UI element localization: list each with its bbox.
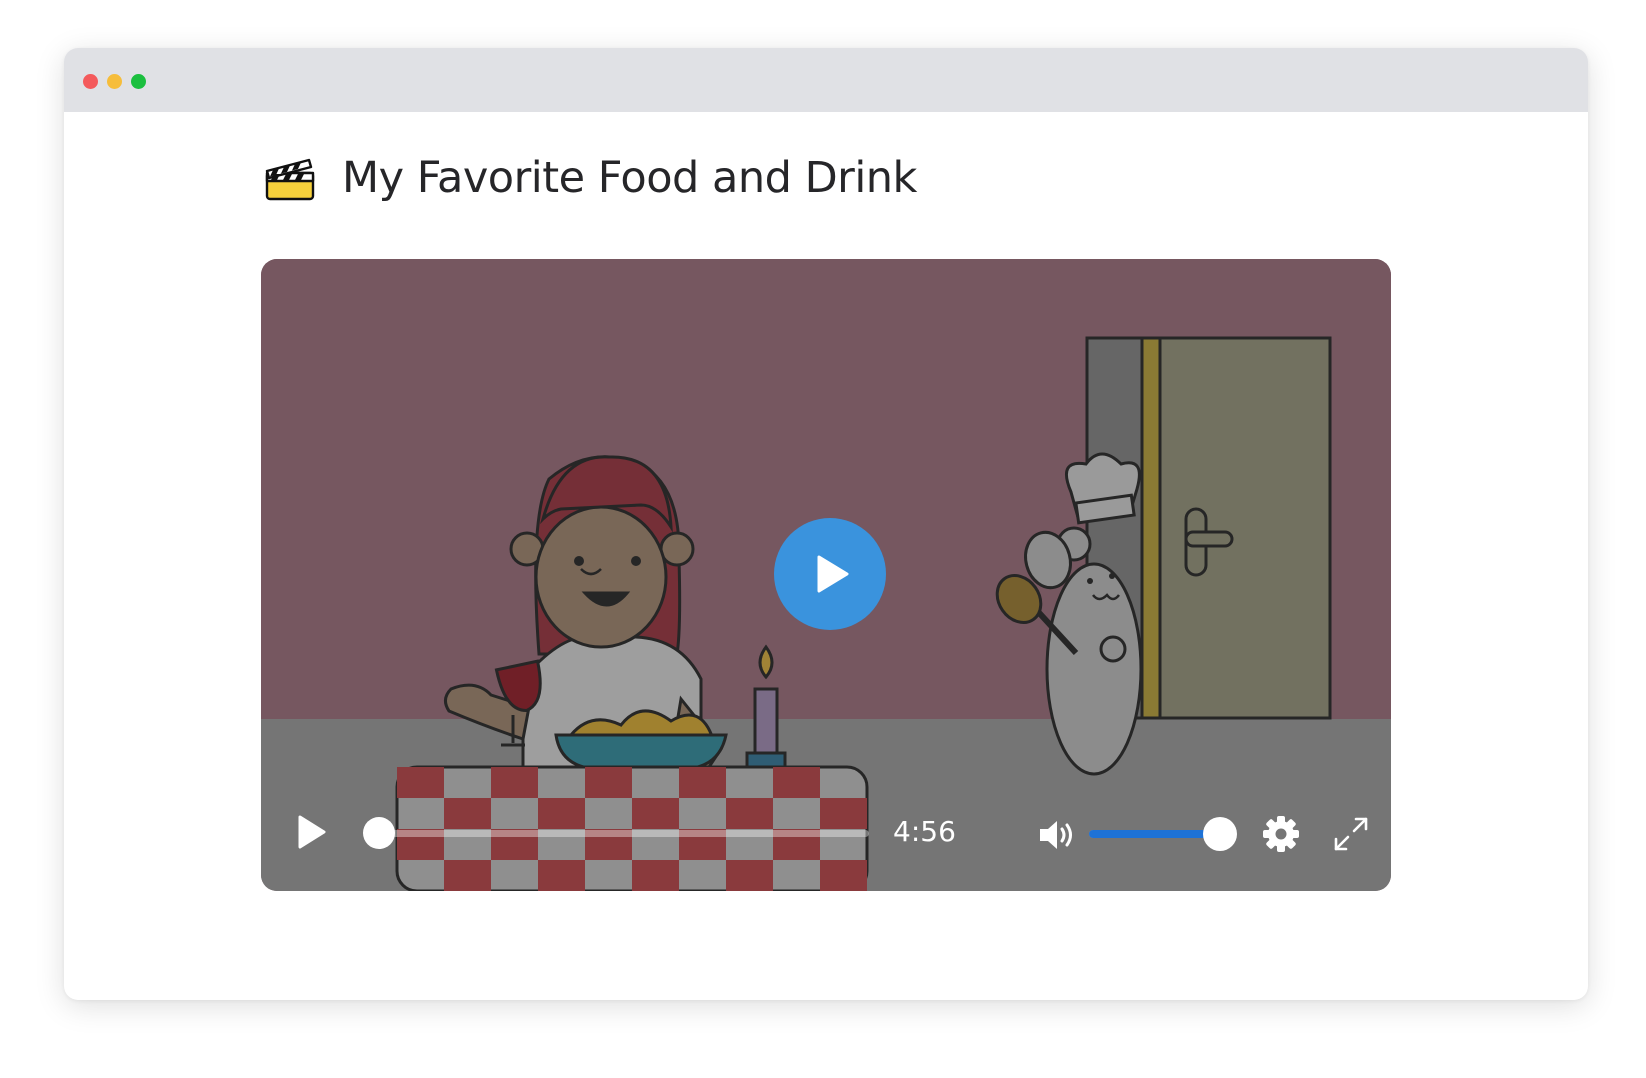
window-titlebar (64, 48, 1588, 112)
play-icon (817, 555, 849, 593)
close-window-button[interactable] (83, 74, 98, 89)
progress-thumb[interactable] (363, 817, 395, 849)
gear-icon[interactable] (1261, 814, 1301, 854)
volume-icon[interactable] (1037, 816, 1077, 854)
page-title-text: My Favorite Food and Drink (342, 153, 917, 203)
page-title: My Favorite Food and Drink (264, 148, 917, 208)
tablecloth (395, 765, 869, 891)
video-player[interactable]: 4:56 (261, 259, 1391, 891)
clapperboard-icon (265, 158, 315, 201)
browser-window: My Favorite Food and Drink 4:56 (64, 48, 1588, 1000)
expand-icon[interactable] (1331, 814, 1371, 854)
big-play-button[interactable] (774, 518, 886, 630)
progress-bar[interactable] (363, 817, 869, 849)
volume-fill (1089, 830, 1221, 838)
volume-slider[interactable] (1089, 817, 1238, 851)
duration-label: 4:56 (893, 815, 956, 848)
minimize-window-button[interactable] (107, 74, 122, 89)
zoom-window-button[interactable] (131, 74, 146, 89)
play-icon[interactable] (291, 812, 331, 852)
volume-thumb[interactable] (1203, 817, 1238, 851)
